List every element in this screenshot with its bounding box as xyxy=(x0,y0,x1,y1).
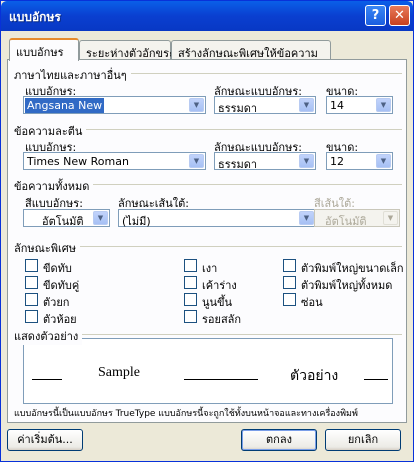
truetype-note: แบบอักษรนี้เป็นแบบอักษร TrueType แบบอักษ… xyxy=(14,409,358,419)
thai-size-value: 14 xyxy=(330,99,344,112)
dropdown-arrow-icon[interactable]: ▼ xyxy=(376,98,391,112)
font-dialog: แบบอักษร ? ✕ แบบอักษร ระยะห่างตัวอักขระ … xyxy=(0,0,414,462)
checkbox-shadow[interactable]: เงา xyxy=(184,259,274,275)
thai-font-combo[interactable]: Angsana New ▼ xyxy=(23,96,206,114)
checkbox-hidden[interactable]: ซ่อน xyxy=(283,293,403,309)
latin-section-title: ข้อความละตีน xyxy=(14,122,87,140)
tab-text-effects[interactable]: สร้างลักษณะพิเศษให้ข้อความ xyxy=(171,40,331,60)
checkbox-strikethrough[interactable]: ขีดทับ xyxy=(25,259,115,275)
checkbox-label: ตัวยก xyxy=(43,296,70,309)
dropdown-arrow-icon[interactable]: ▼ xyxy=(376,154,391,168)
preview-baseline xyxy=(32,379,62,380)
window-title: แบบอักษร xyxy=(9,10,61,24)
checkbox-label: ขีดทับ xyxy=(43,262,72,275)
checkbox-double-strikethrough[interactable]: ขีดทับคู่ xyxy=(25,276,115,292)
font-tab-panel: ภาษาไทยและภาษาอื่นๆ แบบอักษร: Angsana Ne… xyxy=(7,59,407,423)
thai-style-combo[interactable]: ธรรมดา ▼ xyxy=(214,96,316,115)
checkbox-box[interactable] xyxy=(25,259,38,272)
checkbox-subscript[interactable]: ตัวห้อย xyxy=(25,310,115,326)
latin-font-combo[interactable]: Times New Roman ▼ xyxy=(23,152,206,170)
checkbox-label: เค้าร่าง xyxy=(202,279,237,292)
checkbox-label: ตัวพิมพ์ใหญ่ขนาดเล็ก xyxy=(301,262,404,275)
checkbox-all-caps[interactable]: ตัวพิมพ์ใหญ่ทั้งหมด xyxy=(283,276,403,292)
thai-font-value: Angsana New xyxy=(25,98,105,113)
checkbox-box[interactable] xyxy=(25,276,38,289)
underline-style-value: (ไม่มี) xyxy=(122,215,151,228)
font-color-combo[interactable]: อัตโนมัติ ▼ xyxy=(23,209,110,228)
checkbox-box[interactable] xyxy=(25,310,38,323)
latin-size-value: 12 xyxy=(330,155,344,168)
checkbox-engrave[interactable]: รอยสลัก xyxy=(184,310,274,326)
checkbox-label: ขีดทับคู่ xyxy=(43,279,80,292)
latin-size-combo[interactable]: 12 ▼ xyxy=(326,152,393,170)
checkbox-box[interactable] xyxy=(283,259,296,272)
preview-thai-sample: ตัวอย่าง xyxy=(290,369,339,384)
underline-style-combo[interactable]: (ไม่มี) ▼ xyxy=(118,209,316,228)
dropdown-arrow-icon[interactable]: ▼ xyxy=(93,211,108,225)
cancel-button[interactable]: ยกเลิก xyxy=(325,429,401,451)
latin-style-combo[interactable]: ธรรมดา ▼ xyxy=(214,152,316,171)
checkbox-label: ซ่อน xyxy=(301,296,323,309)
checkbox-label: นูนขึ้น xyxy=(202,296,233,309)
help-button[interactable]: ? xyxy=(365,5,386,26)
ok-button[interactable]: ตกลง xyxy=(241,429,317,451)
underline-color-combo: อัตโนมัติ ▼ xyxy=(314,209,400,228)
effects-section-title: ลักษณะพิเศษ xyxy=(14,239,81,257)
latin-style-value: ธรรมดา xyxy=(218,158,258,171)
checkbox-emboss[interactable]: นูนขึ้น xyxy=(184,293,274,309)
preview-box: Sample ตัวอย่าง xyxy=(23,338,393,404)
checkbox-box[interactable] xyxy=(184,310,197,323)
dropdown-arrow-icon[interactable]: ▼ xyxy=(189,154,204,168)
all-text-section-title: ข้อความทั้งหมด xyxy=(14,177,94,195)
thai-style-value: ธรรมดา xyxy=(218,102,258,115)
thai-size-combo[interactable]: 14 ▼ xyxy=(326,96,393,114)
checkbox-box[interactable] xyxy=(25,293,38,306)
preview-section-title: แสดงตัวอย่าง xyxy=(14,327,83,345)
checkbox-label: ตัวห้อย xyxy=(43,313,77,326)
dropdown-arrow-icon: ▼ xyxy=(383,211,398,225)
font-color-value: อัตโนมัติ xyxy=(42,215,84,228)
default-button[interactable]: ค่าเริ่มต้น... xyxy=(7,429,83,451)
tab-character-spacing[interactable]: ระยะห่างตัวอักขระ xyxy=(79,40,175,60)
checkbox-box[interactable] xyxy=(184,259,197,272)
checkbox-box[interactable] xyxy=(184,276,197,289)
checkbox-label: เงา xyxy=(202,262,218,275)
checkbox-box[interactable] xyxy=(283,276,296,289)
latin-font-value: Times New Roman xyxy=(27,155,129,168)
checkbox-box[interactable] xyxy=(283,293,296,306)
dropdown-arrow-icon[interactable]: ▼ xyxy=(299,98,314,112)
preview-latin-sample: Sample xyxy=(98,365,140,380)
thai-section-title: ภาษาไทยและภาษาอื่นๆ xyxy=(14,66,131,84)
preview-baseline xyxy=(364,379,388,380)
underline-color-value: อัตโนมัติ xyxy=(325,215,367,228)
dropdown-arrow-icon[interactable]: ▼ xyxy=(299,154,314,168)
checkbox-small-caps[interactable]: ตัวพิมพ์ใหญ่ขนาดเล็ก xyxy=(283,259,404,275)
checkbox-label: รอยสลัก xyxy=(202,313,242,326)
dropdown-arrow-icon[interactable]: ▼ xyxy=(189,98,204,112)
dropdown-arrow-icon[interactable]: ▼ xyxy=(299,211,314,225)
preview-baseline xyxy=(184,379,258,380)
checkbox-superscript[interactable]: ตัวยก xyxy=(25,293,115,309)
checkbox-label: ตัวพิมพ์ใหญ่ทั้งหมด xyxy=(301,279,393,292)
checkbox-box[interactable] xyxy=(184,293,197,306)
tab-font[interactable]: แบบอักษร xyxy=(9,38,79,61)
title-bar[interactable]: แบบอักษร ? ✕ xyxy=(1,1,413,31)
checkbox-outline[interactable]: เค้าร่าง xyxy=(184,276,274,292)
close-button[interactable]: ✕ xyxy=(389,5,410,26)
